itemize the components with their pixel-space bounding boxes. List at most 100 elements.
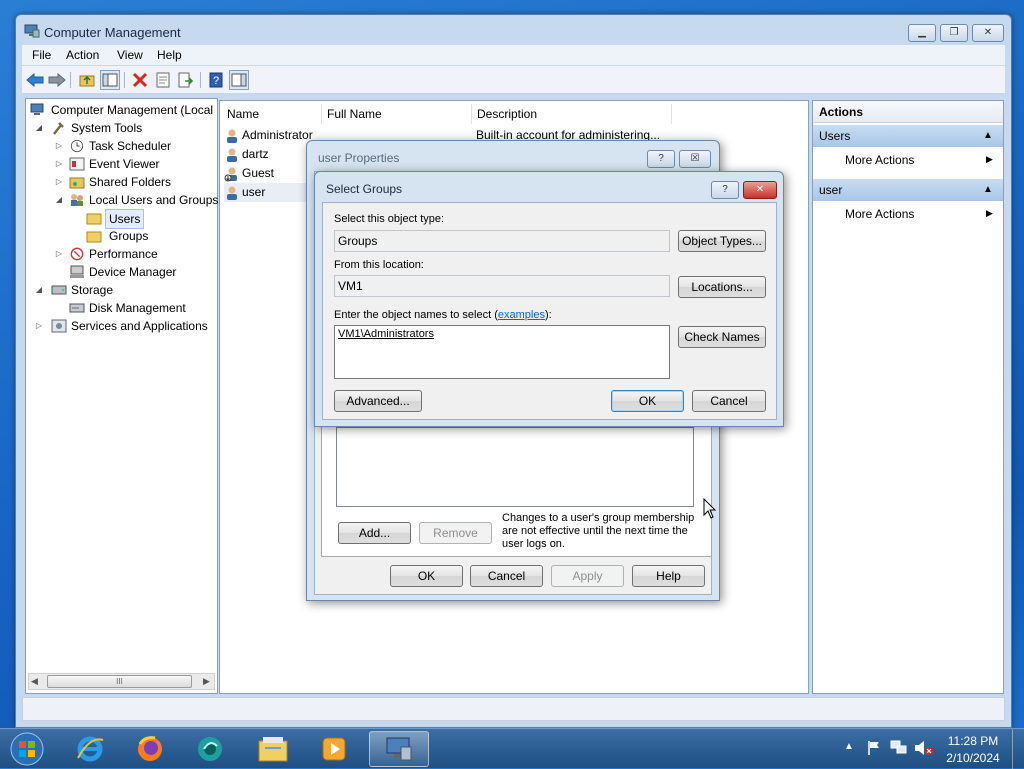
firefox-icon xyxy=(138,736,162,761)
help-button[interactable]: ? xyxy=(206,70,226,90)
actions-header: Actions xyxy=(813,101,1003,123)
up-folder-button[interactable] xyxy=(77,70,97,90)
properties-button[interactable] xyxy=(153,70,173,90)
more-actions-users[interactable]: More Actions xyxy=(845,153,914,167)
taskbar: ▲ 11:28 PM 2/10/2024 xyxy=(0,728,1024,769)
users-group-icon xyxy=(71,194,83,206)
advanced-button[interactable]: Advanced... xyxy=(334,390,422,412)
show-hide-tree-button[interactable] xyxy=(100,70,120,90)
location-field: VM1 xyxy=(334,275,670,297)
scroll-thumb[interactable]: III xyxy=(47,675,192,688)
taskbar-file-explorer[interactable] xyxy=(244,731,302,767)
menu-file[interactable]: File xyxy=(32,48,51,62)
clock-time[interactable]: 11:28 PM xyxy=(938,734,1008,748)
start-button[interactable] xyxy=(8,731,46,767)
performance-icon xyxy=(70,247,84,261)
more-actions-user[interactable]: More Actions xyxy=(845,207,914,221)
actions-section-users[interactable]: Users ▲ xyxy=(813,125,1003,147)
internet-explorer-icon xyxy=(77,736,104,762)
taskbar-internet-explorer[interactable] xyxy=(61,731,119,767)
remove-button[interactable]: Remove xyxy=(419,522,492,544)
collapse-up-icon[interactable]: ▲ xyxy=(983,125,993,147)
collapse-arrow-icon[interactable]: ◢ xyxy=(34,281,44,299)
actions-section-user[interactable]: user ▲ xyxy=(813,179,1003,201)
object-type-label: Select this object type: xyxy=(334,213,445,225)
help-button[interactable]: Help xyxy=(632,565,705,587)
column-header-name[interactable]: Name xyxy=(222,104,322,124)
expand-arrow-icon[interactable]: ▷ xyxy=(34,317,44,335)
taskbar-firefox[interactable] xyxy=(121,731,179,767)
user-icon xyxy=(227,186,237,200)
column-header-description[interactable]: Description xyxy=(472,104,672,124)
expand-arrow-icon[interactable]: ▷ xyxy=(54,173,64,191)
taskbar-media-player[interactable] xyxy=(305,731,363,767)
minimize-button[interactable]: ▁ xyxy=(908,24,936,42)
column-header-full-name[interactable]: Full Name xyxy=(322,104,472,124)
menu-action[interactable]: Action xyxy=(66,48,99,62)
services-icon xyxy=(51,319,67,333)
disk-icon xyxy=(69,303,85,313)
examples-link[interactable]: examples xyxy=(498,309,545,321)
expand-arrow-icon[interactable]: ▷ xyxy=(54,137,64,155)
delete-x-icon xyxy=(132,72,148,88)
member-of-list[interactable] xyxy=(336,427,694,507)
collapse-arrow-icon[interactable]: ◢ xyxy=(54,191,64,209)
action-center-flag-icon[interactable] xyxy=(866,740,882,756)
apply-button[interactable]: Apply xyxy=(551,565,624,587)
back-arrow-icon xyxy=(26,73,44,87)
close-caption-button[interactable]: ✕ xyxy=(743,181,777,199)
action-pane-icon xyxy=(231,73,247,87)
show-desktop-button[interactable] xyxy=(1012,729,1024,769)
menu-view[interactable]: View xyxy=(117,48,143,62)
folder-icon xyxy=(258,737,288,762)
close-button[interactable]: ✕ xyxy=(972,24,1004,42)
back-button[interactable] xyxy=(25,70,45,90)
ok-button[interactable]: OK xyxy=(611,390,684,412)
computer-management-icon xyxy=(386,737,412,761)
expand-arrow-icon[interactable]: ▷ xyxy=(54,155,64,173)
membership-note: Changes to a user's group membership are… xyxy=(502,512,695,550)
title-bar[interactable]: Computer Management ▁ ❐ ✕ xyxy=(16,15,1011,47)
forward-button[interactable] xyxy=(47,70,67,90)
object-types-button[interactable]: Object Types... xyxy=(678,230,766,252)
delete-button[interactable] xyxy=(130,70,150,90)
submenu-arrow-icon: ▶ xyxy=(986,208,993,218)
locations-button[interactable]: Locations... xyxy=(678,276,766,298)
disabled-user-icon xyxy=(224,167,237,182)
network-icon[interactable] xyxy=(890,740,908,756)
show-hide-action-pane-button[interactable] xyxy=(229,70,249,90)
check-names-button[interactable]: Check Names xyxy=(678,326,766,348)
ok-button[interactable]: OK xyxy=(390,565,463,587)
event-viewer-icon xyxy=(69,157,85,171)
collapse-up-icon[interactable]: ▲ xyxy=(983,179,993,201)
object-names-input[interactable]: VM1\Administrators xyxy=(334,325,670,379)
clock-date[interactable]: 2/10/2024 xyxy=(938,751,1008,765)
cancel-button[interactable]: Cancel xyxy=(692,390,766,412)
collapse-arrow-icon[interactable]: ◢ xyxy=(34,119,44,137)
menu-help[interactable]: Help xyxy=(157,48,182,62)
export-list-button[interactable] xyxy=(176,70,196,90)
maximize-button[interactable]: ❐ xyxy=(940,24,968,42)
tree-horizontal-scrollbar[interactable]: ◀ III ▶ xyxy=(28,673,215,690)
folder-icon xyxy=(86,231,102,243)
window-title: Computer Management xyxy=(44,25,181,40)
dialog-title: Select Groups xyxy=(326,182,403,196)
volume-muted-icon[interactable] xyxy=(914,740,934,756)
taskbar-computer-management[interactable] xyxy=(369,731,429,767)
toolbar: ? xyxy=(22,66,1005,94)
close-caption-button[interactable]: ☒ xyxy=(679,150,711,168)
show-hidden-icons-button[interactable]: ▲ xyxy=(844,741,854,752)
export-icon xyxy=(178,72,194,88)
scroll-right-arrow-icon[interactable]: ▶ xyxy=(203,676,210,687)
resolved-name: VM1\Administrators xyxy=(338,328,434,340)
cancel-button[interactable]: Cancel xyxy=(470,565,543,587)
taskbar-app-teal[interactable] xyxy=(181,731,239,767)
add-button[interactable]: Add... xyxy=(338,522,411,544)
scroll-left-arrow-icon[interactable]: ◀ xyxy=(31,676,38,687)
help-caption-button[interactable]: ? xyxy=(711,181,739,199)
computer-management-icon xyxy=(24,24,40,38)
teal-app-icon xyxy=(198,737,222,761)
expand-arrow-icon[interactable]: ▷ xyxy=(54,245,64,263)
location-label: From this location: xyxy=(334,259,424,271)
help-caption-button[interactable]: ? xyxy=(647,150,675,168)
